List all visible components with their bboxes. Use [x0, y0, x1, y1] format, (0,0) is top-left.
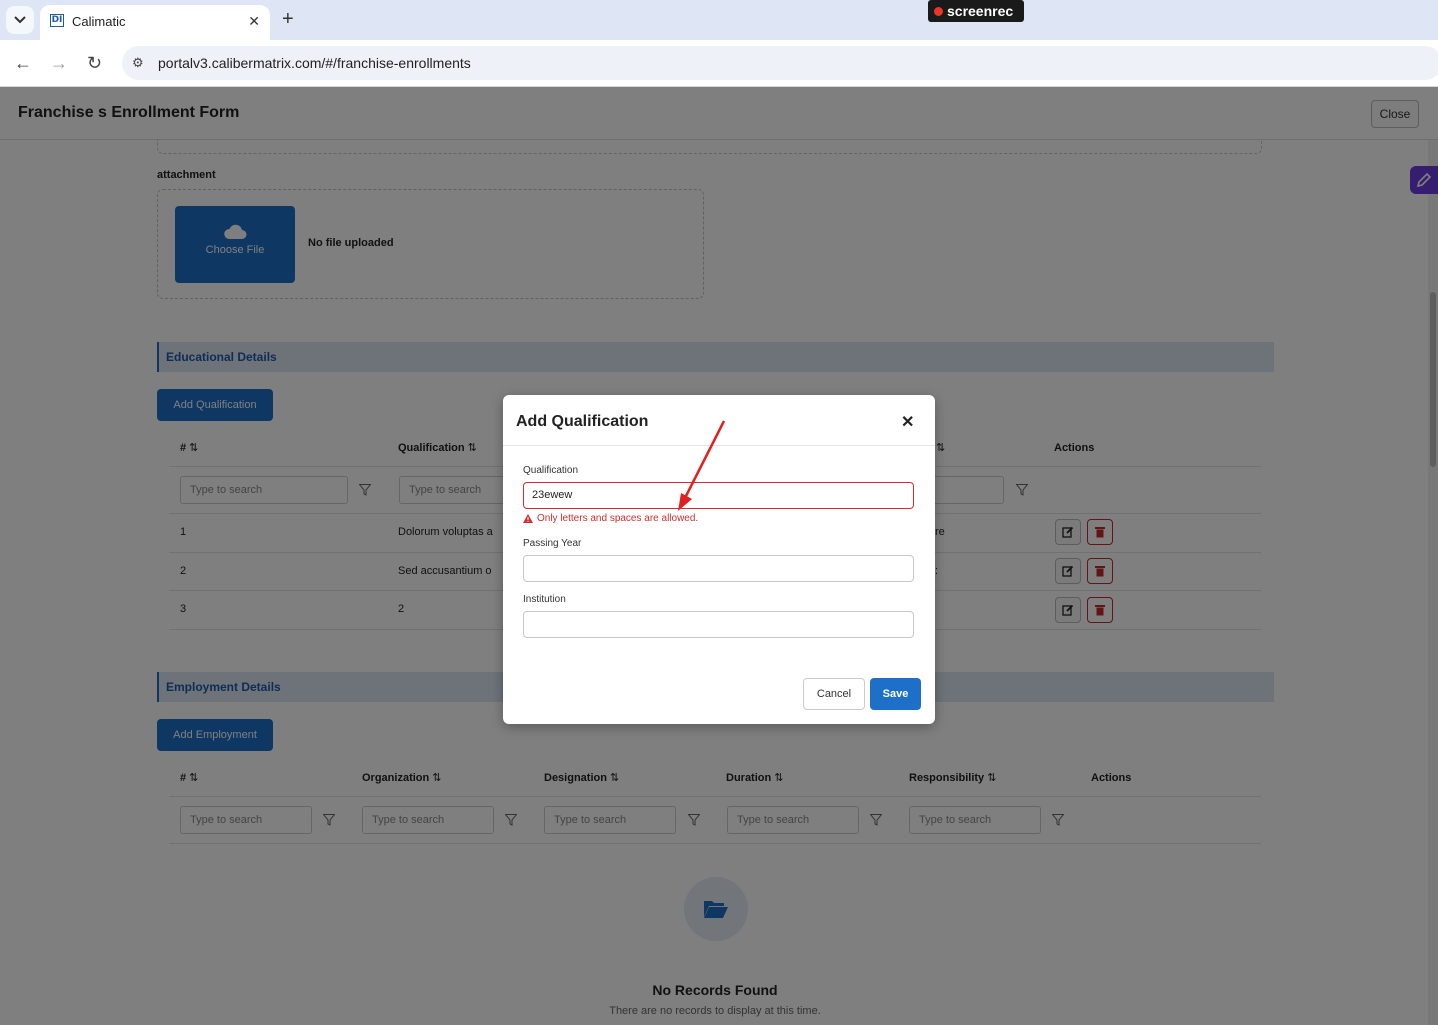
close-icon[interactable]: ✕ — [901, 412, 914, 432]
favicon-icon: DI — [50, 14, 64, 27]
save-button[interactable]: Save — [870, 678, 921, 710]
chevron-down-icon — [14, 16, 26, 24]
new-tab-button[interactable]: + — [282, 8, 294, 30]
institution-label: Institution — [523, 594, 566, 605]
warning-icon — [523, 514, 533, 523]
error-text: Only letters and spaces are allowed. — [537, 513, 699, 524]
address-bar[interactable]: ⚙ portalv3.calibermatrix.com/#/franchise… — [122, 46, 1438, 80]
add-qualification-modal: Add Qualification ✕ Qualification 23ewew… — [503, 395, 935, 724]
reload-icon[interactable]: ↻ — [87, 53, 102, 73]
site-settings-icon[interactable]: ⚙ — [132, 55, 144, 71]
tab-search-button[interactable] — [6, 6, 34, 34]
back-arrow-icon[interactable]: ← — [14, 53, 32, 73]
url-text[interactable]: portalv3.calibermatrix.com/#/franchise-e… — [158, 55, 471, 71]
qualification-error: Only letters and spaces are allowed. — [523, 513, 698, 524]
screen-recorder-badge: screenrec — [928, 0, 1024, 22]
qualification-input[interactable]: 23ewew — [523, 482, 914, 509]
record-dot-icon — [934, 6, 943, 16]
passing-year-label: Passing Year — [523, 538, 582, 549]
recorder-label: screenrec — [947, 3, 1014, 19]
browser-tab[interactable]: DI Calimatic ✕ — [40, 5, 270, 40]
tab-title: Calimatic — [72, 14, 126, 29]
browser-tab-bar: DI Calimatic ✕ + screenrec — [0, 0, 1438, 40]
forward-arrow-icon[interactable]: → — [50, 53, 68, 73]
browser-toolbar: ← → ↻ ⚙ portalv3.calibermatrix.com/#/fra… — [0, 40, 1438, 87]
cancel-button[interactable]: Cancel — [803, 678, 865, 710]
institution-input[interactable] — [523, 611, 914, 638]
tab-close-icon[interactable]: ✕ — [248, 13, 260, 30]
modal-header: Add Qualification ✕ — [503, 395, 935, 446]
passing-year-input[interactable] — [523, 555, 914, 582]
qualification-label: Qualification — [523, 465, 579, 476]
modal-title: Add Qualification — [516, 413, 649, 430]
